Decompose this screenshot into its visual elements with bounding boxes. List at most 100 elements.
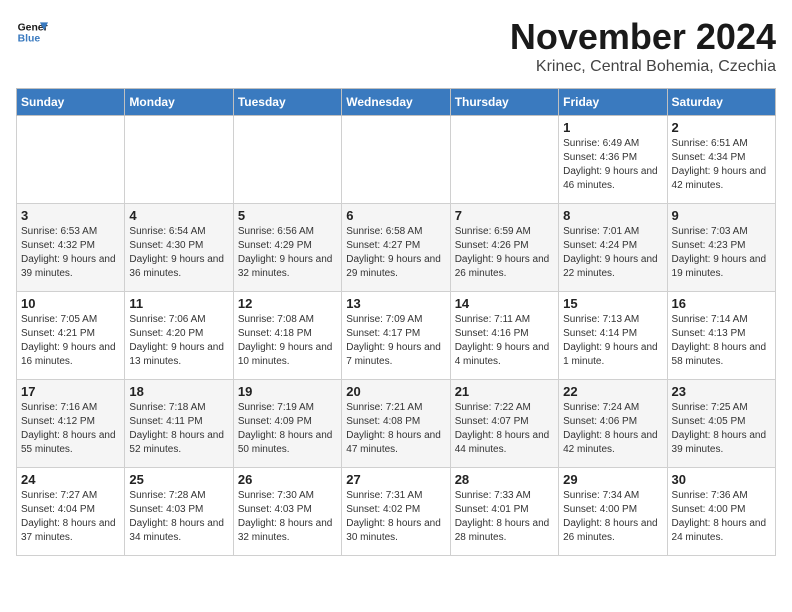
calendar-cell: 9Sunrise: 7:03 AM Sunset: 4:23 PM Daylig… <box>667 204 775 292</box>
calendar-cell: 14Sunrise: 7:11 AM Sunset: 4:16 PM Dayli… <box>450 292 558 380</box>
cell-content: Sunrise: 7:25 AM Sunset: 4:05 PM Dayligh… <box>672 401 771 457</box>
day-number: 2 <box>672 120 771 135</box>
cell-content: Sunrise: 7:28 AM Sunset: 4:03 PM Dayligh… <box>129 489 228 545</box>
day-number: 1 <box>563 120 662 135</box>
day-number: 23 <box>672 384 771 399</box>
calendar-cell <box>17 116 125 204</box>
cell-content: Sunrise: 7:13 AM Sunset: 4:14 PM Dayligh… <box>563 313 662 369</box>
day-number: 17 <box>21 384 120 399</box>
cell-content: Sunrise: 7:33 AM Sunset: 4:01 PM Dayligh… <box>455 489 554 545</box>
calendar-cell: 16Sunrise: 7:14 AM Sunset: 4:13 PM Dayli… <box>667 292 775 380</box>
cell-content: Sunrise: 6:59 AM Sunset: 4:26 PM Dayligh… <box>455 225 554 281</box>
calendar-cell <box>233 116 341 204</box>
calendar-cell: 29 Sunrise: 7:34 AM Sunset: 4:00 PM Dayli… <box>559 468 667 556</box>
cell-content: Sunrise: 6:56 AM Sunset: 4:29 PM Dayligh… <box>238 225 337 281</box>
weekday-header-row: SundayMondayTuesdayWednesdayThursdayFrid… <box>17 89 776 116</box>
day-number: 25 <box>129 472 228 487</box>
calendar-cell: 26 Sunrise: 7:30 AM Sunset: 4:03 PM Dayli… <box>233 468 341 556</box>
calendar-cell: 19 Sunrise: 7:19 AM Sunset: 4:09 PM Dayli… <box>233 380 341 468</box>
day-number: 29 <box>563 472 662 487</box>
calendar-cell: 1 Sunrise: 6:49 AM Sunset: 4:36 PM Daylig… <box>559 116 667 204</box>
calendar-cell: 25 Sunrise: 7:28 AM Sunset: 4:03 PM Dayli… <box>125 468 233 556</box>
day-number: 28 <box>455 472 554 487</box>
calendar-cell: 13Sunrise: 7:09 AM Sunset: 4:17 PM Dayli… <box>342 292 450 380</box>
calendar-cell: 4 Sunrise: 6:54 AM Sunset: 4:30 PM Daylig… <box>125 204 233 292</box>
cell-content: Sunrise: 7:30 AM Sunset: 4:03 PM Dayligh… <box>238 489 337 545</box>
cell-content: Sunrise: 7:18 AM Sunset: 4:11 PM Dayligh… <box>129 401 228 457</box>
cell-content: Sunrise: 7:11 AM Sunset: 4:16 PM Dayligh… <box>455 313 554 369</box>
cell-content: Sunrise: 7:24 AM Sunset: 4:06 PM Dayligh… <box>563 401 662 457</box>
day-number: 4 <box>129 208 228 223</box>
cell-content: Sunrise: 7:34 AM Sunset: 4:00 PM Dayligh… <box>563 489 662 545</box>
day-number: 7 <box>455 208 554 223</box>
calendar-cell: 30 Sunrise: 7:36 AM Sunset: 4:00 PM Dayli… <box>667 468 775 556</box>
calendar-cell: 28 Sunrise: 7:33 AM Sunset: 4:01 PM Dayli… <box>450 468 558 556</box>
calendar-cell: 20Sunrise: 7:21 AM Sunset: 4:08 PM Dayli… <box>342 380 450 468</box>
day-number: 8 <box>563 208 662 223</box>
calendar-cell: 10Sunrise: 7:05 AM Sunset: 4:21 PM Dayli… <box>17 292 125 380</box>
weekday-header-sunday: Sunday <box>17 89 125 116</box>
cell-content: Sunrise: 7:36 AM Sunset: 4:00 PM Dayligh… <box>672 489 771 545</box>
cell-content: Sunrise: 7:01 AM Sunset: 4:24 PM Dayligh… <box>563 225 662 281</box>
cell-content: Sunrise: 6:53 AM Sunset: 4:32 PM Dayligh… <box>21 225 120 281</box>
day-number: 13 <box>346 296 445 311</box>
weekday-header-thursday: Thursday <box>450 89 558 116</box>
day-number: 12 <box>238 296 337 311</box>
calendar-cell: 27Sunrise: 7:31 AM Sunset: 4:02 PM Dayli… <box>342 468 450 556</box>
cell-content: Sunrise: 6:58 AM Sunset: 4:27 PM Dayligh… <box>346 225 445 281</box>
calendar-cell: 8 Sunrise: 7:01 AM Sunset: 4:24 PM Daylig… <box>559 204 667 292</box>
day-number: 18 <box>129 384 228 399</box>
location-subtitle: Krinec, Central Bohemia, Czechia <box>510 58 776 76</box>
day-number: 30 <box>672 472 771 487</box>
calendar-cell <box>342 116 450 204</box>
calendar-cell: 2Sunrise: 6:51 AM Sunset: 4:34 PM Daylig… <box>667 116 775 204</box>
day-number: 11 <box>129 296 228 311</box>
calendar-cell: 7 Sunrise: 6:59 AM Sunset: 4:26 PM Daylig… <box>450 204 558 292</box>
weekday-header-tuesday: Tuesday <box>233 89 341 116</box>
week-row-1: 1 Sunrise: 6:49 AM Sunset: 4:36 PM Daylig… <box>17 116 776 204</box>
day-number: 26 <box>238 472 337 487</box>
day-number: 10 <box>21 296 120 311</box>
calendar-table: SundayMondayTuesdayWednesdayThursdayFrid… <box>16 88 776 556</box>
cell-content: Sunrise: 7:06 AM Sunset: 4:20 PM Dayligh… <box>129 313 228 369</box>
day-number: 15 <box>563 296 662 311</box>
week-row-5: 24 Sunrise: 7:27 AM Sunset: 4:04 PM Dayli… <box>17 468 776 556</box>
weekday-header-monday: Monday <box>125 89 233 116</box>
day-number: 21 <box>455 384 554 399</box>
day-number: 5 <box>238 208 337 223</box>
week-row-3: 10Sunrise: 7:05 AM Sunset: 4:21 PM Dayli… <box>17 292 776 380</box>
calendar-cell: 17 Sunrise: 7:16 AM Sunset: 4:12 PM Dayli… <box>17 380 125 468</box>
cell-content: Sunrise: 6:54 AM Sunset: 4:30 PM Dayligh… <box>129 225 228 281</box>
week-row-4: 17 Sunrise: 7:16 AM Sunset: 4:12 PM Dayli… <box>17 380 776 468</box>
day-number: 3 <box>21 208 120 223</box>
day-number: 6 <box>346 208 445 223</box>
logo-icon: General Blue <box>16 16 48 48</box>
calendar-cell: 21Sunrise: 7:22 AM Sunset: 4:07 PM Dayli… <box>450 380 558 468</box>
weekday-header-wednesday: Wednesday <box>342 89 450 116</box>
svg-text:Blue: Blue <box>18 34 41 45</box>
cell-content: Sunrise: 7:27 AM Sunset: 4:04 PM Dayligh… <box>21 489 120 545</box>
title-block: November 2024 Krinec, Central Bohemia, C… <box>510 16 776 76</box>
calendar-cell: 24 Sunrise: 7:27 AM Sunset: 4:04 PM Dayli… <box>17 468 125 556</box>
cell-content: Sunrise: 7:19 AM Sunset: 4:09 PM Dayligh… <box>238 401 337 457</box>
day-number: 24 <box>21 472 120 487</box>
week-row-2: 3 Sunrise: 6:53 AM Sunset: 4:32 PM Daylig… <box>17 204 776 292</box>
calendar-cell: 22Sunrise: 7:24 AM Sunset: 4:06 PM Dayli… <box>559 380 667 468</box>
day-number: 20 <box>346 384 445 399</box>
cell-content: Sunrise: 7:16 AM Sunset: 4:12 PM Dayligh… <box>21 401 120 457</box>
cell-content: Sunrise: 7:31 AM Sunset: 4:02 PM Dayligh… <box>346 489 445 545</box>
calendar-cell: 18 Sunrise: 7:18 AM Sunset: 4:11 PM Dayli… <box>125 380 233 468</box>
calendar-cell: 12 Sunrise: 7:08 AM Sunset: 4:18 PM Dayli… <box>233 292 341 380</box>
weekday-header-friday: Friday <box>559 89 667 116</box>
calendar-cell: 3 Sunrise: 6:53 AM Sunset: 4:32 PM Daylig… <box>17 204 125 292</box>
calendar-cell <box>125 116 233 204</box>
calendar-cell: 5 Sunrise: 6:56 AM Sunset: 4:29 PM Daylig… <box>233 204 341 292</box>
day-number: 9 <box>672 208 771 223</box>
logo: General Blue <box>16 16 48 48</box>
page-header: General Blue November 2024 Krinec, Centr… <box>16 16 776 76</box>
cell-content: Sunrise: 7:14 AM Sunset: 4:13 PM Dayligh… <box>672 313 771 369</box>
cell-content: Sunrise: 7:08 AM Sunset: 4:18 PM Dayligh… <box>238 313 337 369</box>
cell-content: Sunrise: 6:49 AM Sunset: 4:36 PM Dayligh… <box>563 137 662 193</box>
calendar-cell: 15 Sunrise: 7:13 AM Sunset: 4:14 PM Dayli… <box>559 292 667 380</box>
day-number: 19 <box>238 384 337 399</box>
